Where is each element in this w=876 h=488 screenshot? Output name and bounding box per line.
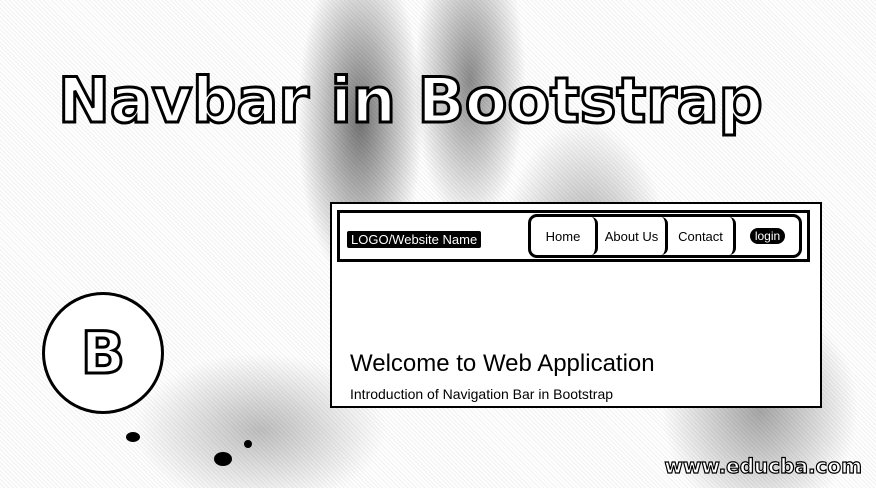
nav-item-login[interactable]: login [736,217,799,255]
nav-item-label: About Us [604,228,659,244]
navbar-brand[interactable]: LOGO/Website Name [347,231,482,248]
ink-splat [126,432,140,442]
intro-subheading: Introduction of Navigation Bar in Bootst… [350,386,614,402]
ink-splat [244,440,252,448]
nav-item-label: Home [545,228,581,244]
nav-item-home[interactable]: Home [531,217,598,255]
site-watermark: www.educba.com [664,453,863,478]
nav-item-contact[interactable]: Contact [668,217,736,255]
navbar: LOGO/Website Name Home About Us Contact … [337,210,810,262]
bootstrap-logo-letter: B [79,319,126,387]
nav-item-about-us[interactable]: About Us [598,217,668,255]
page-title: Navbar in Bootstrap [57,63,765,139]
nav-item-label: Contact [678,228,723,244]
login-button[interactable]: login [749,228,786,244]
demo-webpage: LOGO/Website Name Home About Us Contact … [330,202,822,408]
nav-links: Home About Us Contact login [528,214,802,258]
ink-splat [214,452,232,466]
bootstrap-logo: B [42,292,164,414]
welcome-heading: Welcome to Web Application [350,350,655,377]
